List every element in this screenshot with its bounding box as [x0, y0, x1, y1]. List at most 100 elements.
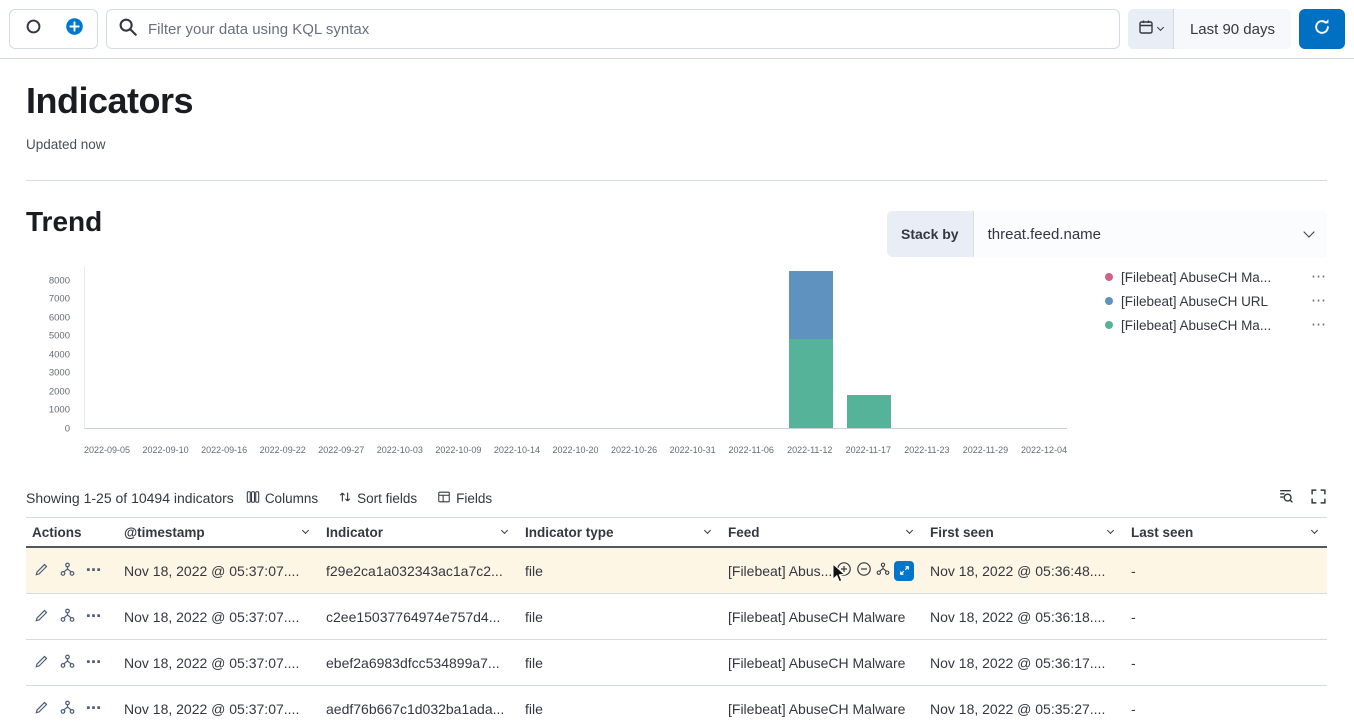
- chevron-down-icon: [1157, 24, 1164, 31]
- column-header-indicator[interactable]: Indicator: [318, 518, 517, 546]
- add-to-timeline-button[interactable]: [876, 562, 890, 579]
- indicator-type-cell[interactable]: file: [517, 701, 720, 717]
- column-header-indicator-type[interactable]: Indicator type: [517, 518, 720, 546]
- more-actions-button[interactable]: [86, 562, 101, 580]
- indicator-cell[interactable]: f29e2ca1a032343ac1a7c2...: [318, 563, 517, 579]
- investigate-in-timeline-button[interactable]: [60, 608, 75, 626]
- date-range-button[interactable]: Last 90 days: [1174, 9, 1291, 49]
- chevron-down-icon: [302, 527, 309, 534]
- columns-button[interactable]: Columns: [246, 490, 318, 507]
- more-horizontal-icon: [86, 700, 101, 718]
- indicator-type-cell[interactable]: file: [517, 609, 720, 625]
- column-header-first-seen[interactable]: First seen: [922, 518, 1123, 546]
- open-details-button[interactable]: [34, 700, 49, 718]
- fields-button-label: Fields: [456, 491, 492, 506]
- chevron-down-icon: [1311, 527, 1318, 534]
- chart-x-axis: 2022-09-052022-09-102022-09-162022-09-22…: [84, 445, 1067, 459]
- kql-search-bar[interactable]: [106, 9, 1120, 49]
- more-actions-button[interactable]: [86, 654, 101, 672]
- first-seen-cell[interactable]: Nov 18, 2022 @ 05:36:48....: [922, 563, 1123, 579]
- column-header-timestamp[interactable]: @timestamp: [116, 518, 318, 546]
- chevron-down-icon: [1107, 527, 1114, 534]
- stack-by-select[interactable]: threat.feed.name: [974, 211, 1327, 257]
- chevron-down-icon: [704, 527, 711, 534]
- timestamp-cell[interactable]: Nov 18, 2022 @ 05:37:07....: [116, 701, 318, 717]
- last-seen-cell[interactable]: -: [1123, 609, 1327, 625]
- timestamp-cell[interactable]: Nov 18, 2022 @ 05:37:07....: [116, 563, 318, 579]
- indicators-page: Indicators Updated now Trend Stack by th…: [0, 59, 1354, 721]
- add-filter-button[interactable]: [57, 12, 91, 46]
- trend-chart: 010002000300040005000600070008000 2022-0…: [26, 263, 1067, 459]
- y-axis-tick-label: 6000: [49, 312, 70, 323]
- expand-cell-button[interactable]: [894, 561, 914, 581]
- timestamp-cell[interactable]: Nov 18, 2022 @ 05:37:07....: [116, 609, 318, 625]
- x-axis-tick-label: 2022-11-12: [787, 445, 832, 455]
- investigate-in-timeline-button[interactable]: [60, 654, 75, 672]
- x-axis-tick-label: 2022-09-16: [201, 445, 247, 455]
- feed-cell[interactable]: [Filebeat] AbuseCH Malware: [720, 609, 922, 625]
- fullscreen-icon: [1310, 492, 1327, 508]
- first-seen-cell[interactable]: Nov 18, 2022 @ 05:36:17....: [922, 655, 1123, 671]
- trend-heading: Trend: [26, 205, 102, 239]
- x-axis-tick-label: 2022-10-09: [435, 445, 481, 455]
- legend-more-actions-button[interactable]: ⋯: [1311, 296, 1327, 306]
- timestamp-cell[interactable]: Nov 18, 2022 @ 05:37:07....: [116, 655, 318, 671]
- y-axis-tick-label: 0: [65, 424, 70, 435]
- inspect-button[interactable]: [1277, 488, 1294, 508]
- page-title: Indicators: [26, 81, 1327, 121]
- open-details-button[interactable]: [34, 562, 49, 580]
- open-details-button[interactable]: [34, 608, 49, 626]
- refresh-button[interactable]: [1299, 9, 1345, 49]
- legend-dot-icon: [1105, 297, 1113, 305]
- edit-pencil-icon: [34, 700, 49, 718]
- kql-search-input[interactable]: [148, 21, 1108, 38]
- x-axis-tick-label: 2022-10-20: [552, 445, 598, 455]
- plus-circle-icon: [65, 17, 84, 41]
- legend-more-actions-button[interactable]: ⋯: [1311, 272, 1327, 282]
- indicator-cell[interactable]: c2ee15037764974e757d4...: [318, 609, 517, 625]
- indicator-type-cell[interactable]: file: [517, 655, 720, 671]
- saved-query-menu-button[interactable]: [16, 12, 50, 46]
- last-seen-cell[interactable]: -: [1123, 563, 1327, 579]
- indicator-cell[interactable]: aedf76b667c1d032ba1ada...: [318, 701, 517, 717]
- filter-out-button[interactable]: [856, 561, 872, 580]
- more-actions-button[interactable]: [86, 608, 101, 626]
- y-axis-tick-label: 7000: [49, 294, 70, 305]
- feed-cell[interactable]: [Filebeat] AbuseCH Malware: [720, 655, 922, 671]
- chart-plot-area: [84, 267, 1067, 429]
- indicator-type-cell[interactable]: file: [517, 563, 720, 579]
- legend-dot-icon: [1105, 321, 1113, 329]
- y-axis-tick-label: 8000: [49, 275, 70, 286]
- column-header-last-seen[interactable]: Last seen: [1123, 518, 1327, 546]
- y-axis-tick-label: 5000: [49, 331, 70, 342]
- date-quick-select-button[interactable]: [1128, 9, 1174, 49]
- legend-more-actions-button[interactable]: ⋯: [1311, 320, 1327, 330]
- columns-button-label: Columns: [265, 491, 318, 506]
- x-axis-tick-label: 2022-10-31: [670, 445, 716, 455]
- network-icon: [60, 700, 75, 718]
- fields-button[interactable]: Fields: [437, 490, 492, 507]
- y-axis-tick-label: 2000: [49, 386, 70, 397]
- search-icon: [118, 17, 138, 42]
- column-header-feed[interactable]: Feed: [720, 518, 922, 546]
- indicator-cell[interactable]: ebef2a6983dfcc534899a7...: [318, 655, 517, 671]
- open-details-button[interactable]: [34, 654, 49, 672]
- feed-cell[interactable]: [Filebeat] AbuseCH Malware: [720, 701, 922, 717]
- feed-cell[interactable]: [Filebeat] Abus...: [720, 561, 922, 581]
- stack-by-control: Stack by threat.feed.name: [887, 211, 1327, 257]
- investigate-in-timeline-button[interactable]: [60, 700, 75, 718]
- y-axis-tick-label: 4000: [49, 349, 70, 360]
- last-seen-cell[interactable]: -: [1123, 701, 1327, 717]
- sort-icon: [338, 490, 352, 507]
- edit-pencil-icon: [34, 654, 49, 672]
- sort-fields-button[interactable]: Sort fields: [338, 490, 417, 507]
- legend-item: [Filebeat] AbuseCH URL ⋯: [1105, 293, 1327, 309]
- more-actions-button[interactable]: [86, 700, 101, 718]
- fullscreen-button[interactable]: [1310, 488, 1327, 508]
- last-seen-cell[interactable]: -: [1123, 655, 1327, 671]
- first-seen-cell[interactable]: Nov 18, 2022 @ 05:35:27....: [922, 701, 1123, 717]
- investigate-in-timeline-button[interactable]: [60, 562, 75, 580]
- chart-bar-segment: [847, 395, 891, 428]
- first-seen-cell[interactable]: Nov 18, 2022 @ 05:36:18....: [922, 609, 1123, 625]
- filter-for-button[interactable]: [836, 561, 852, 580]
